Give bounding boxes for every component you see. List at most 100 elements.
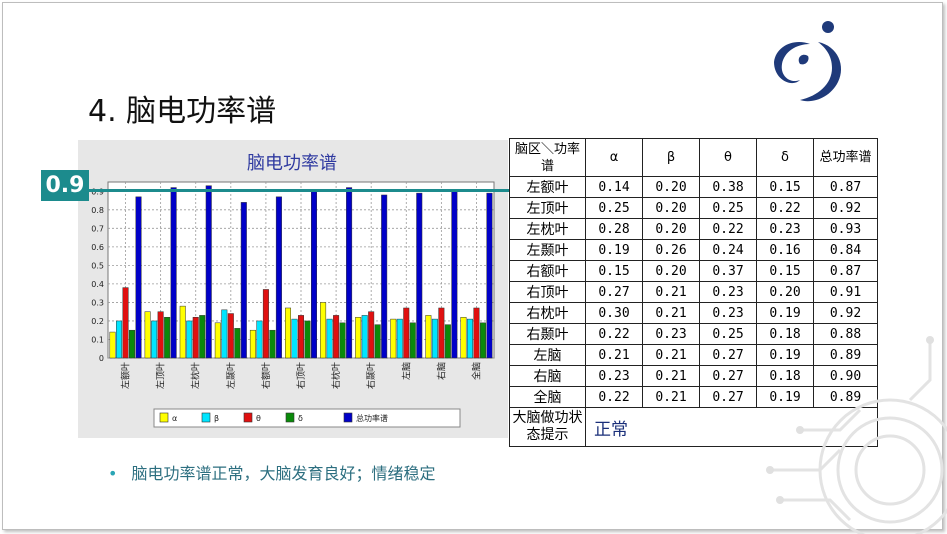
summary-bullet: • 脑电功率谱正常，大脑发育良好；情绪稳定: [108, 460, 435, 484]
circuit-decoration: [766, 336, 947, 534]
cell-delta: 0.23: [756, 218, 814, 240]
bar: [311, 189, 317, 359]
cell-beta: 0.21: [642, 344, 700, 366]
bar: [425, 315, 432, 359]
bar: [304, 320, 311, 359]
cell-alpha: 0.19: [585, 239, 643, 261]
bar: [179, 305, 186, 359]
chart-title: 脑电功率谱: [247, 153, 337, 174]
cell-delta: 0.20: [756, 281, 814, 303]
bar: [249, 329, 256, 359]
bar: [205, 185, 212, 359]
cell-beta: 0.21: [642, 386, 700, 408]
x-tick-label: 左脑: [400, 362, 412, 380]
y-tick-label: 0.7: [91, 224, 104, 233]
bar: [355, 316, 362, 359]
legend-label: δ: [298, 414, 303, 423]
cell-region: 右脑: [509, 365, 586, 387]
bar: [122, 287, 129, 359]
cell-theta: 0.38: [699, 176, 757, 198]
bar: [466, 318, 473, 359]
cell-beta: 0.21: [642, 365, 700, 387]
bar: [381, 194, 388, 359]
cell-region: 右额叶: [509, 260, 586, 282]
legend-label: 总功率谱: [356, 413, 388, 423]
x-tick-label: 右额叶: [260, 362, 272, 389]
header-alpha: α: [585, 138, 643, 177]
header-delta: δ: [756, 138, 814, 177]
x-tick-label: 左顶叶: [155, 362, 167, 389]
header-region: 脑区＼功率谱: [509, 138, 586, 177]
header-theta: θ: [699, 138, 757, 177]
legend-label: β: [214, 414, 219, 423]
cell-beta: 0.21: [642, 281, 700, 303]
bar: [151, 320, 158, 359]
x-tick-label: 右顶叶: [295, 362, 307, 389]
bar: [157, 311, 164, 359]
bar: [199, 315, 206, 359]
y-tick-label: 0.4: [91, 280, 104, 289]
cell-alpha: 0.27: [585, 281, 643, 303]
table-row: 左颞叶 0.19 0.26 0.24 0.16 0.84: [509, 239, 878, 261]
cell-region: 右顶叶: [509, 281, 586, 303]
bar: [285, 307, 291, 359]
bar: [326, 318, 333, 359]
bar: [473, 307, 480, 359]
legend-label: θ: [256, 414, 261, 423]
cell-beta: 0.20: [642, 176, 700, 198]
bar: [144, 311, 151, 359]
x-tick-label: 右颞叶: [365, 362, 377, 389]
cell-beta: 0.23: [642, 323, 700, 345]
bar: [390, 318, 397, 359]
cell-beta: 0.20: [642, 260, 700, 282]
legend-swatch: [285, 412, 295, 423]
bar: [192, 316, 199, 359]
status-label: 大脑做功状态提示: [509, 407, 586, 447]
cell-beta: 0.20: [642, 197, 700, 219]
bar: [374, 324, 381, 359]
cell-region: 左顶叶: [509, 197, 586, 219]
cell-total: 0.93: [813, 218, 878, 240]
bar: [227, 313, 234, 359]
chart-panel: 脑电功率谱 00.10.20.30.40.50.60.70.80.9 左额叶左顶…: [78, 140, 508, 438]
x-tick-label: 右枕叶: [330, 362, 342, 389]
cell-alpha: 0.21: [585, 344, 643, 366]
cell-delta: 0.15: [756, 176, 814, 198]
table-row: 左顶叶 0.25 0.20 0.25 0.22 0.92: [509, 197, 878, 219]
cell-alpha: 0.23: [585, 365, 643, 387]
bar: [403, 307, 410, 359]
threshold-badge: 0.9: [41, 170, 89, 201]
y-tick-label: 0.6: [91, 243, 104, 252]
y-tick-label: 0.3: [91, 298, 104, 307]
cell-theta: 0.24: [699, 239, 757, 261]
logo: [774, 21, 842, 102]
bar: [186, 320, 193, 359]
bar: [438, 307, 445, 359]
bar: [346, 187, 353, 359]
cell-alpha: 0.14: [585, 176, 643, 198]
bar: [460, 316, 467, 359]
slide-title: 4. 脑电功率谱: [88, 94, 277, 129]
bar: [275, 196, 282, 359]
bar: [234, 328, 241, 359]
cell-total: 0.84: [813, 239, 878, 261]
legend-swatch: [243, 412, 253, 423]
y-tick-label: 0.1: [91, 335, 104, 344]
cell-alpha: 0.28: [585, 218, 643, 240]
cell-region: 右颞叶: [509, 323, 586, 345]
cell-total: 0.91: [813, 281, 878, 303]
bar: [291, 318, 298, 359]
bar: [262, 289, 269, 359]
cell-alpha: 0.30: [585, 302, 643, 324]
cell-beta: 0.26: [642, 239, 700, 261]
cell-region: 右枕叶: [509, 302, 586, 324]
header-total: 总功率谱: [813, 138, 878, 177]
bar: [214, 322, 221, 359]
cell-beta: 0.20: [642, 218, 700, 240]
cell-region: 左脑: [509, 344, 586, 366]
cell-alpha: 0.22: [585, 323, 643, 345]
threshold-line: [89, 189, 515, 192]
cell-theta: 0.23: [699, 281, 757, 303]
bullet-dot-icon: •: [108, 464, 118, 483]
table-row: 右顶叶 0.27 0.21 0.23 0.20 0.91: [509, 281, 878, 303]
